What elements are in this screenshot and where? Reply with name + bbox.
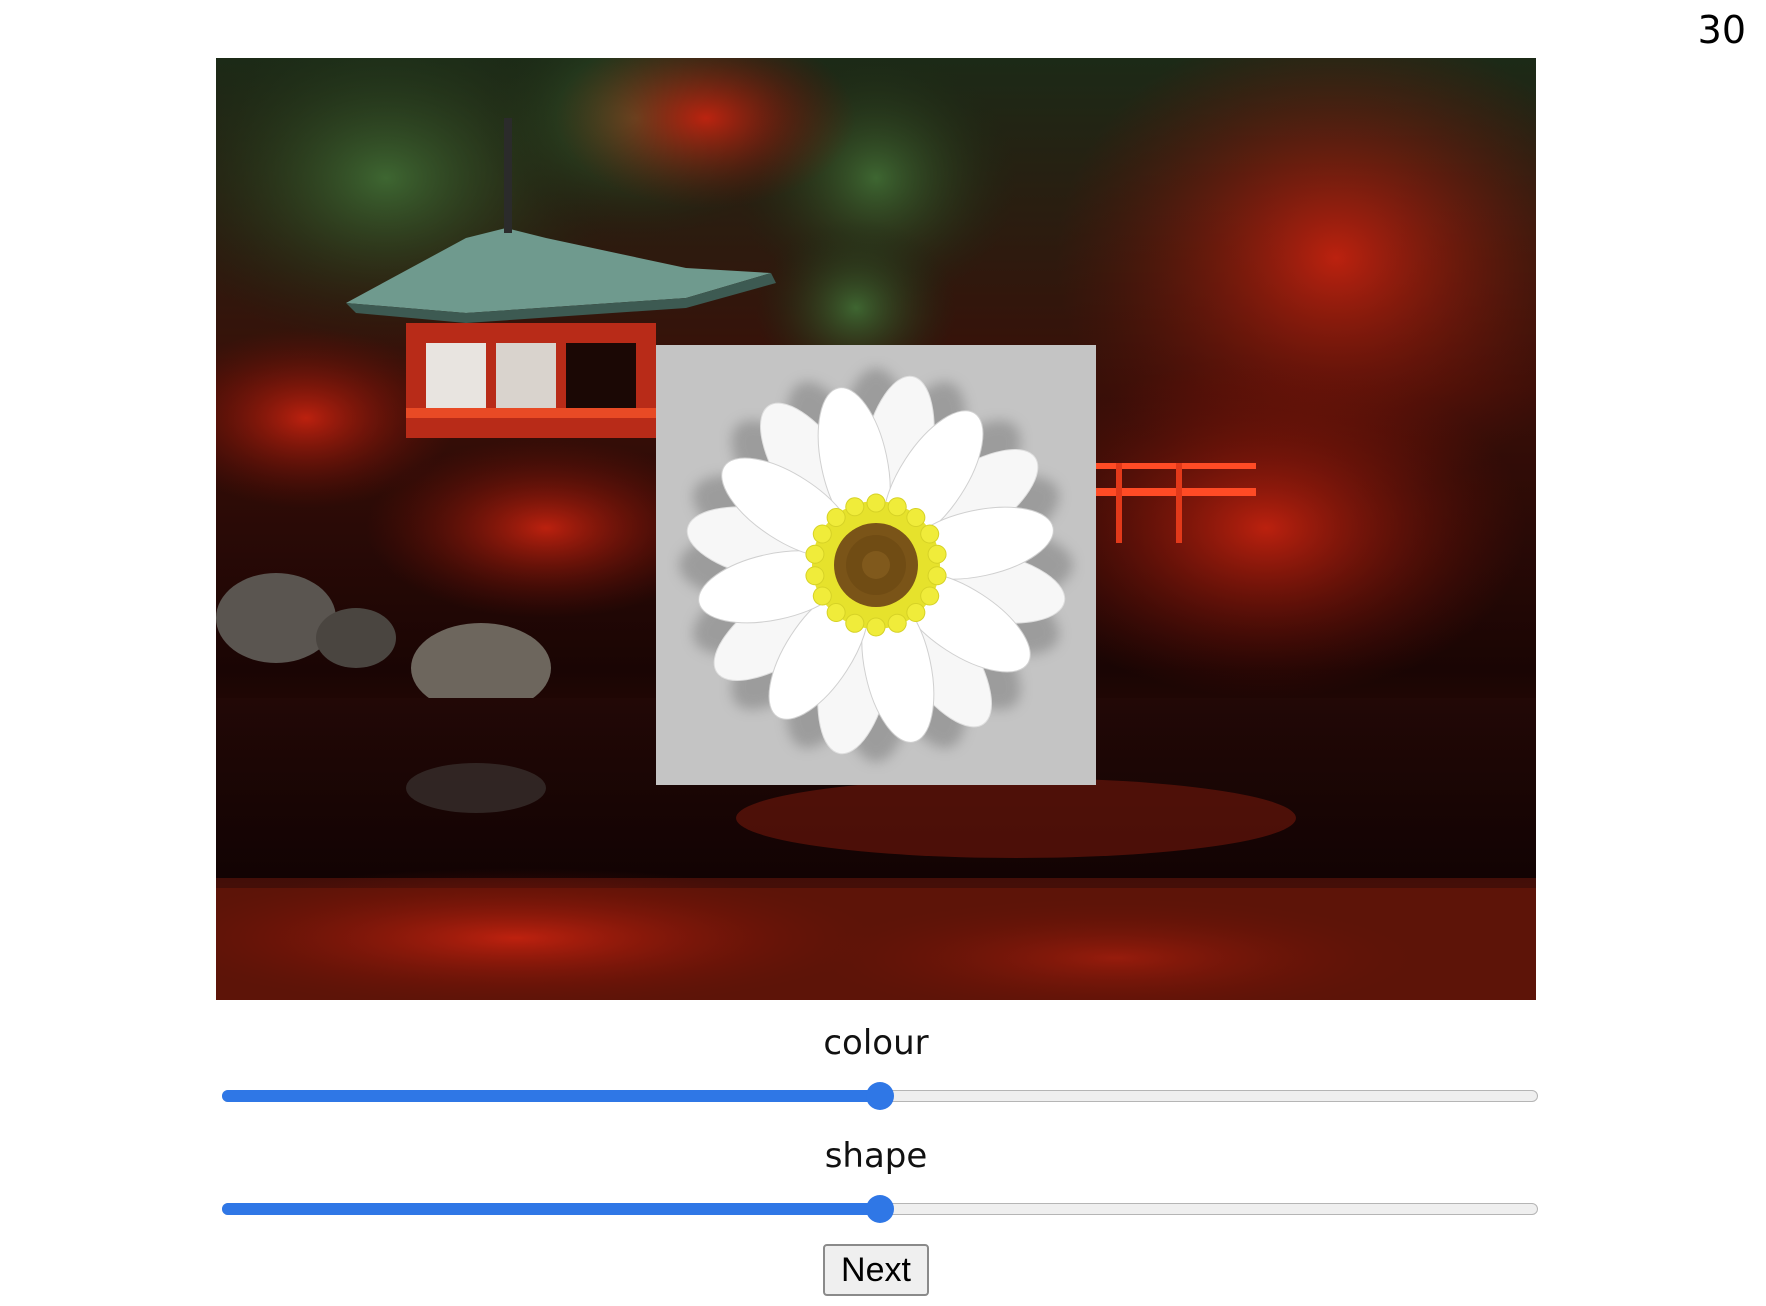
colour-slider-thumb[interactable] bbox=[866, 1082, 894, 1110]
stimulus-scene bbox=[216, 58, 1536, 1000]
shape-slider-fill bbox=[222, 1203, 880, 1215]
countdown-timer: 30 bbox=[1697, 8, 1746, 52]
colour-slider-label: colour bbox=[823, 1023, 929, 1063]
shape-slider[interactable] bbox=[222, 1194, 1538, 1224]
colour-slider[interactable] bbox=[222, 1081, 1538, 1111]
colour-slider-fill bbox=[222, 1090, 880, 1102]
stimulus-box bbox=[656, 345, 1096, 785]
page: 30 colour shape Next bbox=[0, 0, 1766, 1306]
shape-slider-thumb[interactable] bbox=[866, 1195, 894, 1223]
shape-slider-label: shape bbox=[824, 1136, 928, 1176]
next-button[interactable]: Next bbox=[823, 1244, 929, 1296]
daisy-icon bbox=[679, 368, 1073, 762]
